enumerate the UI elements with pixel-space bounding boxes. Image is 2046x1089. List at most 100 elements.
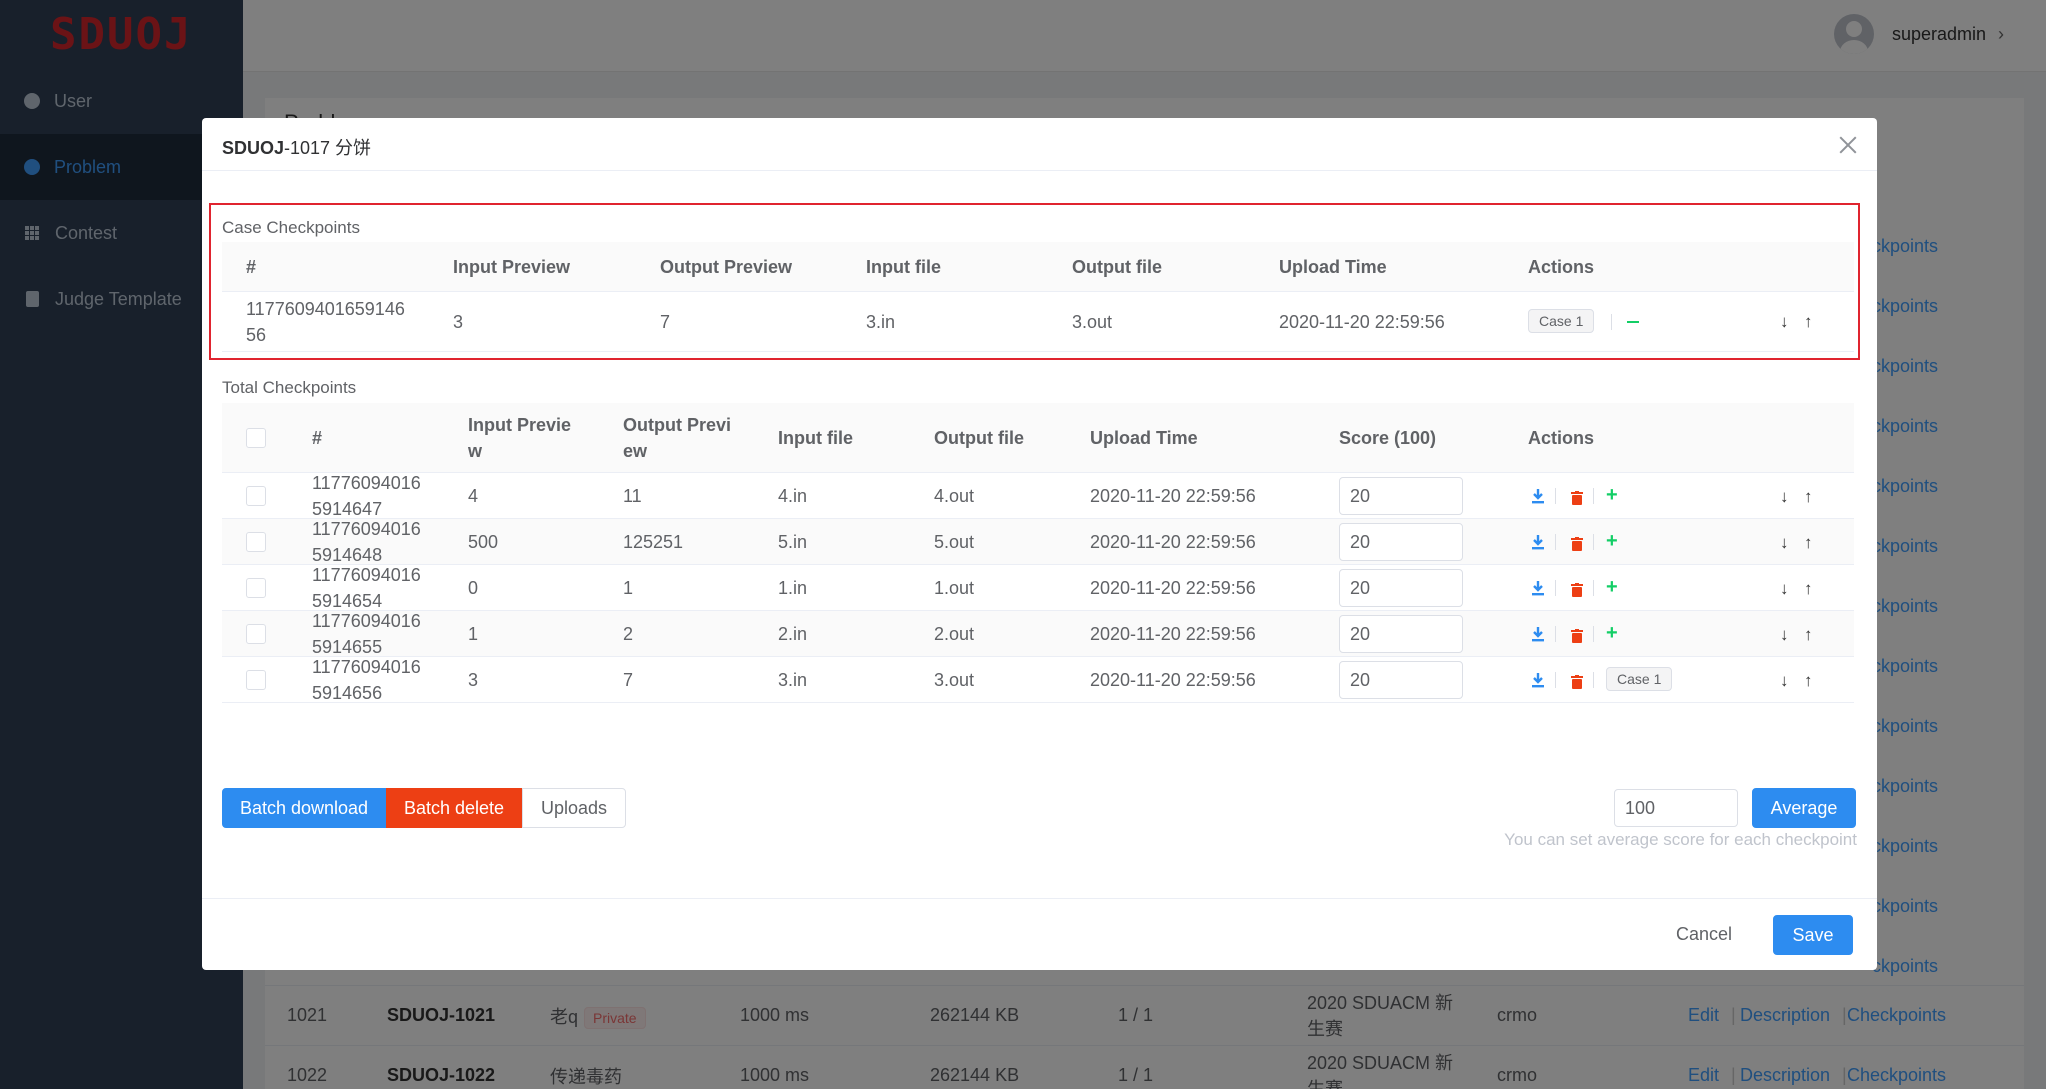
download-icon[interactable] (1531, 534, 1545, 550)
arrow-down-icon[interactable]: ↓ (1780, 626, 1794, 643)
case-table-header: # Input Preview Output Preview Input fil… (222, 242, 1854, 292)
row-checkbox[interactable] (246, 578, 266, 598)
delete-icon[interactable] (1571, 673, 1583, 689)
save-button[interactable]: Save (1773, 915, 1853, 955)
average-score-input[interactable]: 100 (1614, 789, 1738, 827)
average-hint: You can set average score for each check… (1504, 830, 1857, 849)
output-file: 3.out (934, 670, 975, 690)
download-icon[interactable] (1531, 672, 1545, 688)
total-table-header: # Input Previe w Output Previ ew Input fil… (222, 403, 1854, 473)
checkpoint-id: 11776094016 5914648 (312, 519, 421, 565)
checkpoint-row: 11776094016 5914655 1 2 2.in 2.out 2020-11-20 … (222, 611, 1854, 657)
input-file: 3.in (866, 312, 896, 332)
score-input[interactable]: 20 (1339, 523, 1463, 561)
arrow-up-icon[interactable]: ↑ (1804, 580, 1818, 597)
arrow-up-icon[interactable]: ↑ (1804, 672, 1818, 689)
dialog-footer-divider (202, 898, 1877, 899)
col-output-file: Output file (934, 428, 1024, 448)
uploads-button[interactable]: Uploads (522, 788, 626, 828)
arrow-up-icon[interactable]: ↑ (1804, 534, 1818, 551)
col-output-preview: Output Preview (623, 415, 732, 461)
action-separator (1593, 580, 1594, 596)
arrow-up-icon[interactable]: ↑ (1804, 313, 1818, 330)
col-upload-time: Upload Time (1279, 257, 1387, 277)
action-separator (1555, 534, 1556, 550)
input-preview: 1 (468, 624, 479, 644)
input-file: 4.in (778, 486, 808, 506)
cancel-button[interactable]: Cancel (1664, 915, 1744, 955)
input-preview: 3 (453, 312, 464, 332)
score-input[interactable]: 20 (1339, 615, 1463, 653)
checkpoint-id: 11776094016 5914655 (312, 611, 421, 657)
score-input[interactable]: 20 (1339, 569, 1463, 607)
add-to-case-icon[interactable]: + (1606, 623, 1618, 643)
row-checkbox[interactable] (246, 486, 266, 506)
arrow-down-icon[interactable]: ↓ (1780, 488, 1794, 505)
output-preview: 7 (623, 670, 634, 690)
delete-icon[interactable] (1571, 581, 1583, 597)
upload-time: 2020-11-20 22:59:56 (1090, 532, 1256, 552)
batch-download-button[interactable]: Batch download (222, 788, 386, 828)
checkpoint-id: 11776094016 5914654 (312, 565, 421, 611)
delete-icon[interactable] (1571, 627, 1583, 643)
arrow-down-icon[interactable]: ↓ (1780, 672, 1794, 689)
input-preview: 3 (468, 670, 479, 690)
output-preview: 1 (623, 578, 634, 598)
close-icon[interactable] (1839, 136, 1857, 154)
case-tag: Case 1 (1606, 667, 1673, 691)
output-file: 2.out (934, 624, 975, 644)
total-checkpoints-label: Total Checkpoints (222, 378, 357, 397)
arrow-down-icon[interactable]: ↓ (1780, 580, 1794, 597)
checkpoint-id: 117760940165914656 (312, 657, 421, 703)
col-output-preview: Output Preview (660, 257, 793, 277)
score-input[interactable]: 20 (1339, 661, 1463, 699)
input-file: 2.in (778, 624, 808, 644)
checkpoint-row: 11776094016 5914648 500 125251 5.in 5.out 2020… (222, 519, 1854, 565)
col-id: # (246, 257, 257, 277)
case-checkpoints-label: Case Checkpoints (222, 218, 360, 237)
row-checkbox[interactable] (246, 624, 266, 644)
checkpoint-id: 11776094016 5914647 (312, 473, 421, 519)
select-all-checkbox[interactable] (246, 428, 266, 448)
add-to-case-icon[interactable]: + (1606, 531, 1618, 551)
col-input-file: Input file (778, 428, 853, 448)
col-input-file: Input file (866, 257, 941, 277)
arrow-down-icon[interactable]: ↓ (1780, 534, 1794, 551)
average-button[interactable]: Average (1752, 788, 1856, 828)
add-to-case-icon[interactable]: + (1606, 577, 1618, 597)
delete-icon[interactable] (1571, 535, 1583, 551)
action-separator (1593, 534, 1594, 550)
delete-icon[interactable] (1571, 489, 1583, 505)
action-separator (1593, 488, 1594, 504)
input-file: 3.in (778, 670, 808, 690)
upload-time: 2020-11-20 22:59:56 (1279, 312, 1445, 332)
action-separator (1593, 626, 1594, 642)
case-tag: Case 1 (1528, 309, 1595, 333)
col-score: Score (100) (1339, 428, 1437, 448)
output-preview: 2 (623, 624, 634, 644)
arrow-up-icon[interactable]: ↑ (1804, 488, 1818, 505)
dialog-title: SDUOJ-1017 分饼 (222, 138, 372, 158)
add-to-case-icon[interactable]: + (1606, 485, 1618, 505)
arrow-up-icon[interactable]: ↑ (1804, 626, 1818, 643)
download-icon[interactable] (1531, 488, 1545, 504)
checkpoints-dialog: SDUOJ-1017 分饼 Case Checkpoints # Input P… (202, 118, 1877, 970)
arrow-down-icon[interactable]: ↓ (1780, 313, 1794, 330)
checkpoint-row: 11776094016 5914647 4 11 4.in 4.out 2020-11-20… (222, 473, 1854, 519)
action-separator (1555, 488, 1556, 504)
checkpoint-row: 11776094016 5914656 3 7 3.in 3.out 2020-11-20 … (222, 657, 1854, 703)
download-icon[interactable] (1531, 580, 1545, 596)
row-checkbox[interactable] (246, 670, 266, 690)
action-separator (1555, 580, 1556, 596)
download-icon[interactable] (1531, 626, 1545, 642)
score-input[interactable]: 20 (1339, 477, 1463, 515)
col-input-preview: Input Preview (453, 257, 571, 277)
upload-time: 2020-11-20 22:59:56 (1090, 670, 1256, 690)
output-preview: 125251 (623, 532, 684, 552)
col-id: # (312, 428, 323, 448)
row-checkbox[interactable] (246, 532, 266, 552)
batch-delete-button[interactable]: Batch delete (386, 788, 522, 828)
remove-from-case-icon[interactable] (1627, 321, 1639, 323)
checkpoint-row: 11776094016 5914654 0 1 1.in 1.out 2020-11-20 … (222, 565, 1854, 611)
col-actions: Actions (1528, 257, 1595, 277)
